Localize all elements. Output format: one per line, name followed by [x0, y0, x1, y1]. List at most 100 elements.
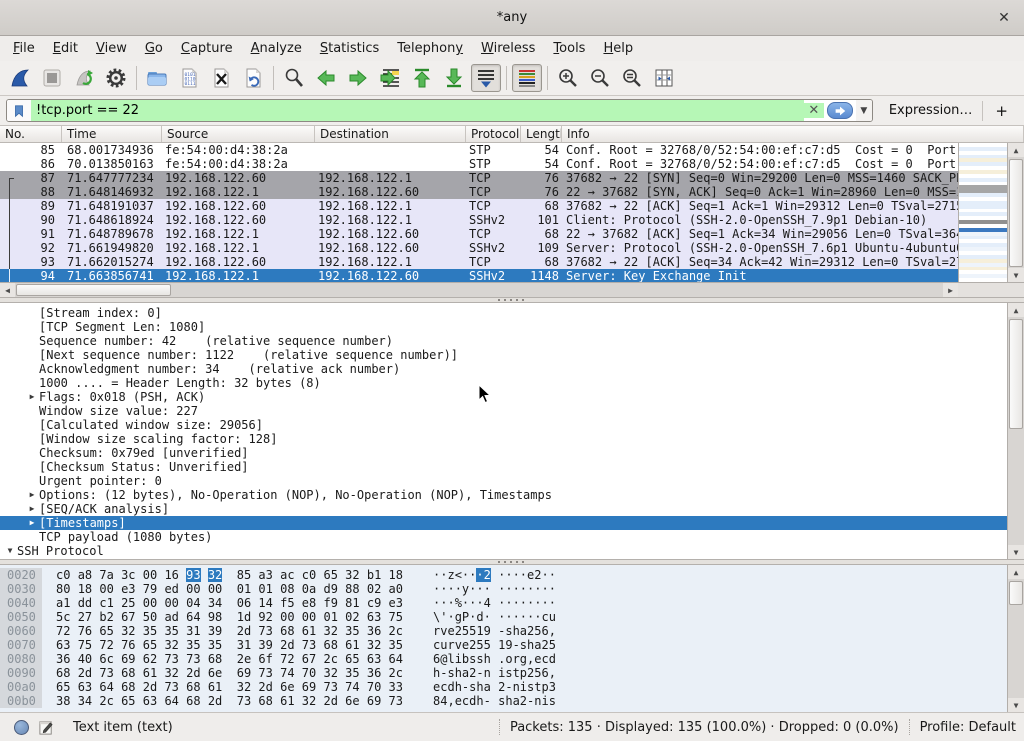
column-header-source[interactable]: Source [162, 126, 315, 142]
menu-analyze[interactable]: Analyze [242, 38, 311, 59]
hex-row-0060[interactable]: 006072 76 65 32 35 35 31 39 2d 73 68 61 … [0, 624, 1007, 638]
zoom-in-button[interactable] [553, 64, 583, 92]
hex-bytes[interactable]: 72 76 65 32 35 35 31 39 2d 73 68 61 32 3… [42, 624, 403, 638]
save-file-button[interactable]: 010101100111 [174, 64, 204, 92]
next-packet-button[interactable] [343, 64, 373, 92]
expander-right-icon[interactable]: ▶ [25, 516, 39, 530]
packet-row-94[interactable]: 9471.663856741192.168.122.1192.168.122.6… [0, 269, 958, 282]
scroll-thumb[interactable] [1009, 159, 1023, 267]
hex-bytes[interactable]: 68 2d 73 68 61 32 2d 6e 69 73 74 70 32 3… [42, 666, 403, 680]
scroll-right-icon[interactable]: ▶ [943, 283, 958, 297]
menu-file[interactable]: File [4, 38, 44, 59]
display-filter-field[interactable]: !tcp.port == 22 ✕ ▼ [6, 99, 873, 122]
menu-edit[interactable]: Edit [44, 38, 87, 59]
last-packet-button[interactable] [439, 64, 469, 92]
find-packet-button[interactable] [279, 64, 309, 92]
hex-ascii[interactable]: ···%···4 ········ [403, 596, 556, 610]
hex-bytes[interactable]: 36 40 6c 69 62 73 73 68 2e 6f 72 67 2c 6… [42, 652, 403, 666]
detail-line[interactable]: [Stream index: 0] [0, 306, 1007, 320]
hex-row-0080[interactable]: 008036 40 6c 69 62 73 73 68 2e 6f 72 67 … [0, 652, 1007, 666]
hex-ascii[interactable]: rve25519 -sha256, [403, 624, 556, 638]
hex-bytes[interactable]: 65 63 64 68 2d 73 68 61 32 2d 6e 69 73 7… [42, 680, 403, 694]
open-file-button[interactable] [142, 64, 172, 92]
restart-capture-button[interactable] [69, 64, 99, 92]
scroll-down-icon[interactable]: ▼ [1008, 545, 1024, 559]
filter-dropdown-icon[interactable]: ▼ [856, 100, 872, 121]
hex-bytes[interactable]: 80 18 00 e3 79 ed 00 00 01 01 08 0a d9 8… [42, 582, 403, 596]
packet-list-header[interactable]: No.TimeSourceDestinationProtocolLengthIn… [0, 126, 1024, 143]
column-header-info[interactable]: Info [562, 126, 1024, 142]
column-header-destination[interactable]: Destination [315, 126, 466, 142]
scroll-left-icon[interactable]: ◀ [0, 283, 15, 297]
details-vscrollbar[interactable]: ▲ ▼ [1007, 303, 1024, 559]
packet-row-85[interactable]: 8568.001734936fe:54:00:d4:38:2aSTP54Conf… [0, 143, 958, 157]
expert-info-icon[interactable] [14, 720, 29, 735]
hex-row-00b0[interactable]: 00b038 34 2c 65 63 64 68 2d 73 68 61 32 … [0, 694, 1007, 708]
packet-row-90[interactable]: 9071.648618924192.168.122.60192.168.122.… [0, 213, 958, 227]
capture-options-button[interactable] [101, 64, 131, 92]
detail-line[interactable]: Sequence number: 42 (relative sequence n… [0, 334, 1007, 348]
detail-line[interactable]: ▼SSH Protocol [0, 544, 1007, 558]
detail-line[interactable]: Acknowledgment number: 34 (relative ack … [0, 362, 1007, 376]
column-header-length[interactable]: Length [521, 126, 562, 142]
reload-file-button[interactable] [238, 64, 268, 92]
expression-button[interactable]: Expression… [881, 103, 981, 118]
packet-row-86[interactable]: 8670.013850163fe:54:00:d4:38:2aSTP54Conf… [0, 157, 958, 171]
scroll-up-icon[interactable]: ▲ [1008, 303, 1024, 317]
previous-packet-button[interactable] [311, 64, 341, 92]
scroll-thumb[interactable] [1009, 319, 1023, 429]
detail-line[interactable]: [Calculated window size: 29056] [0, 418, 1007, 432]
detail-line[interactable]: [Checksum Status: Unverified] [0, 460, 1007, 474]
packet-row-92[interactable]: 9271.661949820192.168.122.1192.168.122.6… [0, 241, 958, 255]
detail-line[interactable]: ▶[Timestamps] [0, 516, 1007, 530]
menu-telephony[interactable]: Telephony [388, 38, 472, 59]
expander-right-icon[interactable]: ▶ [25, 488, 39, 502]
hex-ascii[interactable]: h-sha2-n istp256, [403, 666, 556, 680]
column-header-time[interactable]: Time [62, 126, 162, 142]
menu-capture[interactable]: Capture [172, 38, 242, 59]
hex-bytes[interactable]: a1 dd c1 25 00 00 04 34 06 14 f5 e8 f9 8… [42, 596, 403, 610]
hex-row-0040[interactable]: 0040a1 dd c1 25 00 00 04 34 06 14 f5 e8 … [0, 596, 1007, 610]
filter-clear-icon[interactable]: ✕ [804, 103, 824, 118]
column-header-no[interactable]: No. [0, 126, 62, 142]
scroll-up-icon[interactable]: ▲ [1008, 143, 1024, 157]
display-filter-input[interactable]: !tcp.port == 22 [31, 100, 804, 121]
zoom-out-button[interactable] [585, 64, 615, 92]
filter-apply-button[interactable] [827, 102, 853, 119]
hex-ascii[interactable]: ····y··· ········ [403, 582, 556, 596]
close-file-button[interactable] [206, 64, 236, 92]
hex-bytes[interactable]: 63 75 72 76 65 32 35 35 31 39 2d 73 68 6… [42, 638, 403, 652]
hex-row-0090[interactable]: 009068 2d 73 68 61 32 2d 6e 69 73 74 70 … [0, 666, 1007, 680]
hex-bytes[interactable]: 38 34 2c 65 63 64 68 2d 73 68 61 32 2d 6… [42, 694, 403, 708]
hex-bytes[interactable]: 5c 27 b2 67 50 ad 64 98 1d 92 00 00 01 0… [42, 610, 403, 624]
bytes-vscrollbar[interactable]: ▲ ▼ [1007, 565, 1024, 712]
expander-right-icon[interactable]: ▶ [25, 390, 39, 404]
hex-row-00a0[interactable]: 00a065 63 64 68 2d 73 68 61 32 2d 6e 69 … [0, 680, 1007, 694]
first-packet-button[interactable] [407, 64, 437, 92]
scroll-thumb[interactable] [1009, 581, 1023, 605]
hex-row-0050[interactable]: 00505c 27 b2 67 50 ad 64 98 1d 92 00 00 … [0, 610, 1007, 624]
packet-list-minimap[interactable] [958, 143, 1007, 282]
add-filter-button[interactable]: + [985, 102, 1018, 120]
menu-wireless[interactable]: Wireless [472, 38, 544, 59]
zoom-original-button[interactable] [617, 64, 647, 92]
menu-help[interactable]: Help [594, 38, 642, 59]
hex-ascii[interactable]: curve255 19-sha25 [403, 638, 556, 652]
detail-line[interactable]: [TCP Segment Len: 1080] [0, 320, 1007, 334]
hex-row-0020[interactable]: 0020c0 a8 7a 3c 00 16 93 32 85 a3 ac c0 … [0, 568, 1007, 582]
goto-packet-button[interactable] [375, 64, 405, 92]
packet-row-89[interactable]: 8971.648191037192.168.122.60192.168.122.… [0, 199, 958, 213]
hex-row-0030[interactable]: 003080 18 00 e3 79 ed 00 00 01 01 08 0a … [0, 582, 1007, 596]
close-icon[interactable]: ✕ [994, 8, 1014, 28]
packet-row-87[interactable]: 8771.647777234192.168.122.60192.168.122.… [0, 171, 958, 185]
detail-line[interactable]: Urgent pointer: 0 [0, 474, 1007, 488]
packet-row-88[interactable]: 8871.648146932192.168.122.1192.168.122.6… [0, 185, 958, 199]
packet-row-91[interactable]: 9171.648789678192.168.122.1192.168.122.6… [0, 227, 958, 241]
packet-row-93[interactable]: 9371.662015274192.168.122.60192.168.122.… [0, 255, 958, 269]
hex-ascii[interactable]: \'·gP·d· ······cu [403, 610, 556, 624]
hex-ascii[interactable]: ecdh-sha 2-nistp3 [403, 680, 556, 694]
menu-view[interactable]: View [87, 38, 136, 59]
scroll-down-icon[interactable]: ▼ [1008, 698, 1024, 712]
menu-statistics[interactable]: Statistics [311, 38, 388, 59]
hex-row-0070[interactable]: 007063 75 72 76 65 32 35 35 31 39 2d 73 … [0, 638, 1007, 652]
